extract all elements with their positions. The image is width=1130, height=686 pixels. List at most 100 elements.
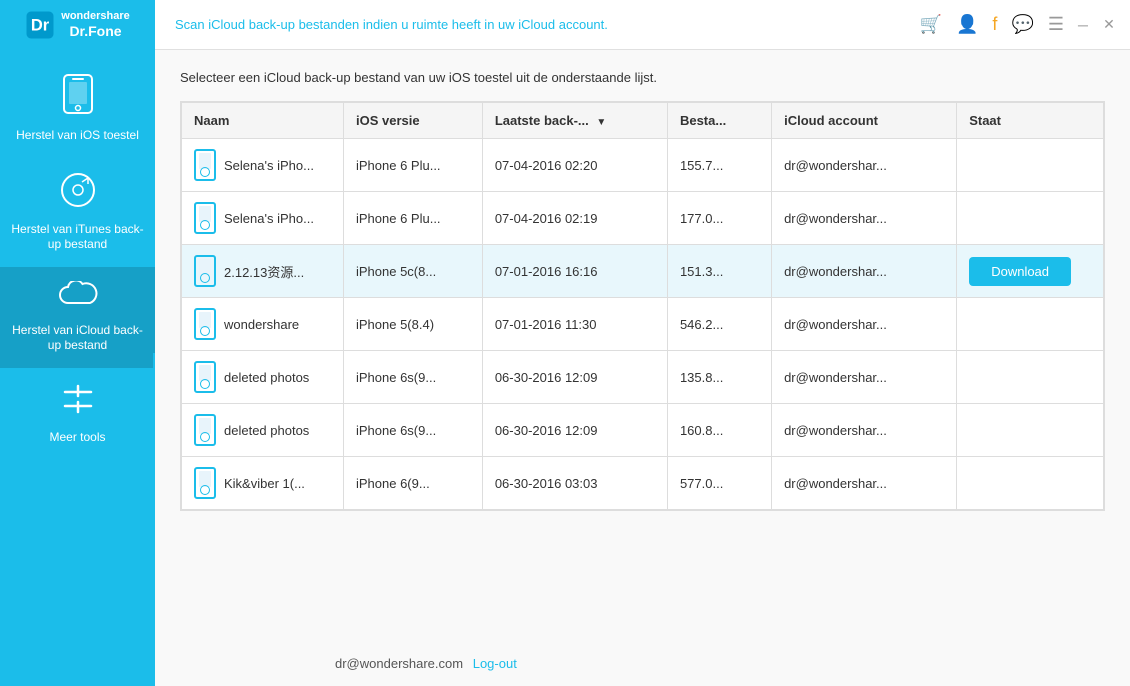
sidebar-item-itunes-restore[interactable]: Herstel van iTunes back-up bestand (0, 158, 155, 267)
col-header-backup[interactable]: Laatste back-... ▼ (482, 103, 667, 139)
app-logo-text: wondershare Dr.Fone (61, 10, 129, 40)
sidebar-item-icloud-restore[interactable]: Herstel van iCloud back-up bestand (0, 267, 155, 368)
cell-backup: 07-01-2016 11:30 (482, 298, 667, 351)
cell-ios: iPhone 6 Plu... (343, 139, 482, 192)
cell-staat (957, 192, 1104, 245)
cell-ios: iPhone 6 Plu... (343, 192, 482, 245)
sort-icon: ▼ (596, 117, 606, 128)
cell-backup: 07-04-2016 02:20 (482, 139, 667, 192)
cell-account: dr@wondershar... (772, 404, 957, 457)
cell-bestand: 577.0... (667, 457, 771, 510)
table-body: Selena's iPho... iPhone 6 Plu...07-04-20… (182, 139, 1104, 510)
backup-name: Selena's iPho... (224, 158, 314, 173)
icloud-icon (58, 281, 98, 317)
cell-account: dr@wondershar... (772, 192, 957, 245)
footer: dr@wondershare.com Log-out (335, 656, 517, 671)
minimize-button[interactable]: ─ (1074, 16, 1092, 34)
backup-table: Naam iOS versie Laatste back-... ▼ Besta… (181, 102, 1104, 510)
cell-backup: 06-30-2016 12:09 (482, 404, 667, 457)
sidebar: Herstel van iOS toestel Herstel van iTun… (0, 50, 155, 686)
table-row[interactable]: 2.12.13资源... iPhone 5c(8...07-01-2016 16… (182, 245, 1104, 298)
download-button[interactable]: Download (969, 257, 1071, 286)
sidebar-item-itunes-label: Herstel van iTunes back-up bestand (10, 222, 145, 253)
backup-name: deleted photos (224, 370, 309, 385)
cell-naam: 2.12.13资源... (182, 245, 344, 298)
backup-name: deleted photos (224, 423, 309, 438)
titlebar-icons: 🛒 👤 f 💬 ☰ (920, 14, 1064, 35)
header-message: Scan iCloud back-up bestanden indien u r… (155, 17, 920, 32)
phone-icon (194, 414, 216, 446)
col-header-ios: iOS versie (343, 103, 482, 139)
table-header-row: Naam iOS versie Laatste back-... ▼ Besta… (182, 103, 1104, 139)
logout-link[interactable]: Log-out (473, 656, 517, 671)
sidebar-item-ios-restore[interactable]: Herstel van iOS toestel (0, 60, 155, 158)
close-button[interactable]: ✕ (1100, 16, 1118, 34)
cell-naam: Selena's iPho... (182, 192, 344, 245)
cell-ios: iPhone 6s(9... (343, 351, 482, 404)
cell-bestand: 160.8... (667, 404, 771, 457)
titlebar: Dr wondershare Dr.Fone Scan iCloud back-… (0, 0, 1130, 50)
main-instruction: Selecteer een iCloud back-up bestand van… (180, 70, 1105, 85)
cell-ios: iPhone 6s(9... (343, 404, 482, 457)
cell-bestand: 135.8... (667, 351, 771, 404)
phone-icon (194, 361, 216, 393)
phone-icon (194, 255, 216, 287)
backup-name: Selena's iPho... (224, 211, 314, 226)
cell-bestand: 546.2... (667, 298, 771, 351)
cell-bestand: 155.7... (667, 139, 771, 192)
phone-icon (194, 202, 216, 234)
cell-bestand: 151.3... (667, 245, 771, 298)
backup-name: 2.12.13资源... (224, 262, 304, 281)
table-row[interactable]: Selena's iPho... iPhone 6 Plu...07-04-20… (182, 139, 1104, 192)
table-row[interactable]: wondershare iPhone 5(8.4)07-01-2016 11:3… (182, 298, 1104, 351)
col-header-naam: Naam (182, 103, 344, 139)
logo-area: Dr wondershare Dr.Fone (0, 0, 155, 50)
user-icon[interactable]: 👤 (956, 14, 978, 35)
table-row[interactable]: Kik&viber 1(... iPhone 6(9...06-30-2016 … (182, 457, 1104, 510)
cell-account: dr@wondershar... (772, 457, 957, 510)
itunes-icon (60, 172, 96, 216)
col-header-staat: Staat (957, 103, 1104, 139)
sidebar-item-tools-label: Meer tools (49, 430, 105, 446)
cart-icon[interactable]: 🛒 (920, 14, 942, 35)
cell-naam: deleted photos (182, 351, 344, 404)
sidebar-item-ios-label: Herstel van iOS toestel (16, 128, 139, 144)
cell-backup: 07-04-2016 02:19 (482, 192, 667, 245)
phone-icon (194, 149, 216, 181)
tools-icon (61, 382, 95, 424)
cell-staat (957, 139, 1104, 192)
sidebar-item-more-tools[interactable]: Meer tools (0, 368, 155, 460)
cell-staat (957, 404, 1104, 457)
table-row[interactable]: Selena's iPho... iPhone 6 Plu...07-04-20… (182, 192, 1104, 245)
backup-name: wondershare (224, 317, 299, 332)
cell-backup: 06-30-2016 03:03 (482, 457, 667, 510)
col-header-account: iCloud account (772, 103, 957, 139)
cell-account: dr@wondershar... (772, 351, 957, 404)
cell-naam: Selena's iPho... (182, 139, 344, 192)
footer-account: dr@wondershare.com (335, 656, 463, 671)
cell-bestand: 177.0... (667, 192, 771, 245)
cell-account: dr@wondershar... (772, 245, 957, 298)
table-row[interactable]: deleted photos iPhone 6s(9...06-30-2016 … (182, 351, 1104, 404)
cell-staat (957, 298, 1104, 351)
cell-naam: deleted photos (182, 404, 344, 457)
cell-backup: 07-01-2016 16:16 (482, 245, 667, 298)
menu-icon[interactable]: ☰ (1048, 14, 1064, 35)
window-controls: ─ ✕ (1074, 16, 1118, 34)
cell-naam: wondershare (182, 298, 344, 351)
cell-staat (957, 351, 1104, 404)
chat-icon[interactable]: 💬 (1011, 14, 1033, 35)
col-header-bestand: Besta... (667, 103, 771, 139)
cell-staat[interactable]: Download (957, 245, 1104, 298)
backup-table-wrapper[interactable]: Naam iOS versie Laatste back-... ▼ Besta… (180, 101, 1105, 511)
main-content: Selecteer een iCloud back-up bestand van… (155, 50, 1130, 686)
cell-staat (957, 457, 1104, 510)
phone-icon (194, 308, 216, 340)
table-row[interactable]: deleted photos iPhone 6s(9...06-30-2016 … (182, 404, 1104, 457)
cell-backup: 06-30-2016 12:09 (482, 351, 667, 404)
backup-name: Kik&viber 1(... (224, 476, 305, 491)
cell-ios: iPhone 5(8.4) (343, 298, 482, 351)
facebook-icon[interactable]: f (992, 14, 997, 35)
phone-icon (194, 467, 216, 499)
ios-icon (62, 74, 94, 122)
